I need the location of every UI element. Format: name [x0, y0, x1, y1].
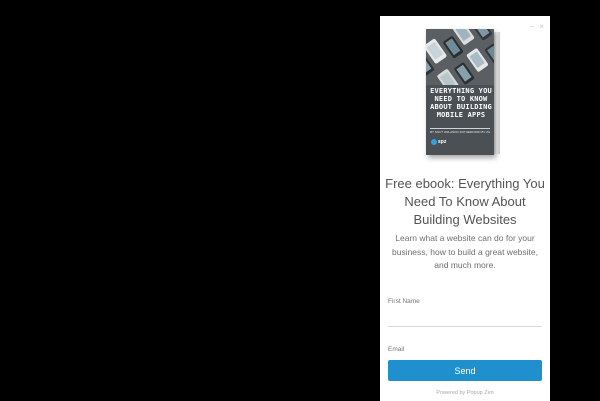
first-name-field[interactable]	[388, 312, 542, 327]
ebook-cover-image: EVERYTHING YOU NEED TO KNOW ABOUT BUILDI…	[426, 29, 494, 155]
ebook-popup: – × EVERYTHING YOU NEED TO KNOW ABOUT BU…	[380, 16, 550, 401]
popup-description: Learn what a website can do for your bus…	[391, 233, 538, 270]
book-pages-edge	[494, 32, 500, 154]
popup-headline: Free ebook: Everything You Need To Know …	[385, 176, 545, 227]
powered-by-link[interactable]: Powered by Popup Zen	[380, 390, 550, 397]
close-icon[interactable]: ×	[539, 23, 544, 31]
book-cover-title: EVERYTHING YOU NEED TO KNOW ABOUT BUILDI…	[430, 87, 492, 119]
book-logo-text: spz	[438, 139, 447, 145]
book-cover-divider	[430, 128, 490, 129]
book-logo-icon	[431, 139, 437, 145]
minimize-icon[interactable]: –	[530, 23, 534, 31]
first-name-label: First Name	[388, 298, 420, 305]
send-button[interactable]: Send	[388, 360, 542, 381]
book-cover-subtitle: BY SOUT ORLANDO RUTHERFORD BY ZAPPYBUILD…	[430, 130, 490, 134]
book-cover-art	[426, 29, 494, 85]
